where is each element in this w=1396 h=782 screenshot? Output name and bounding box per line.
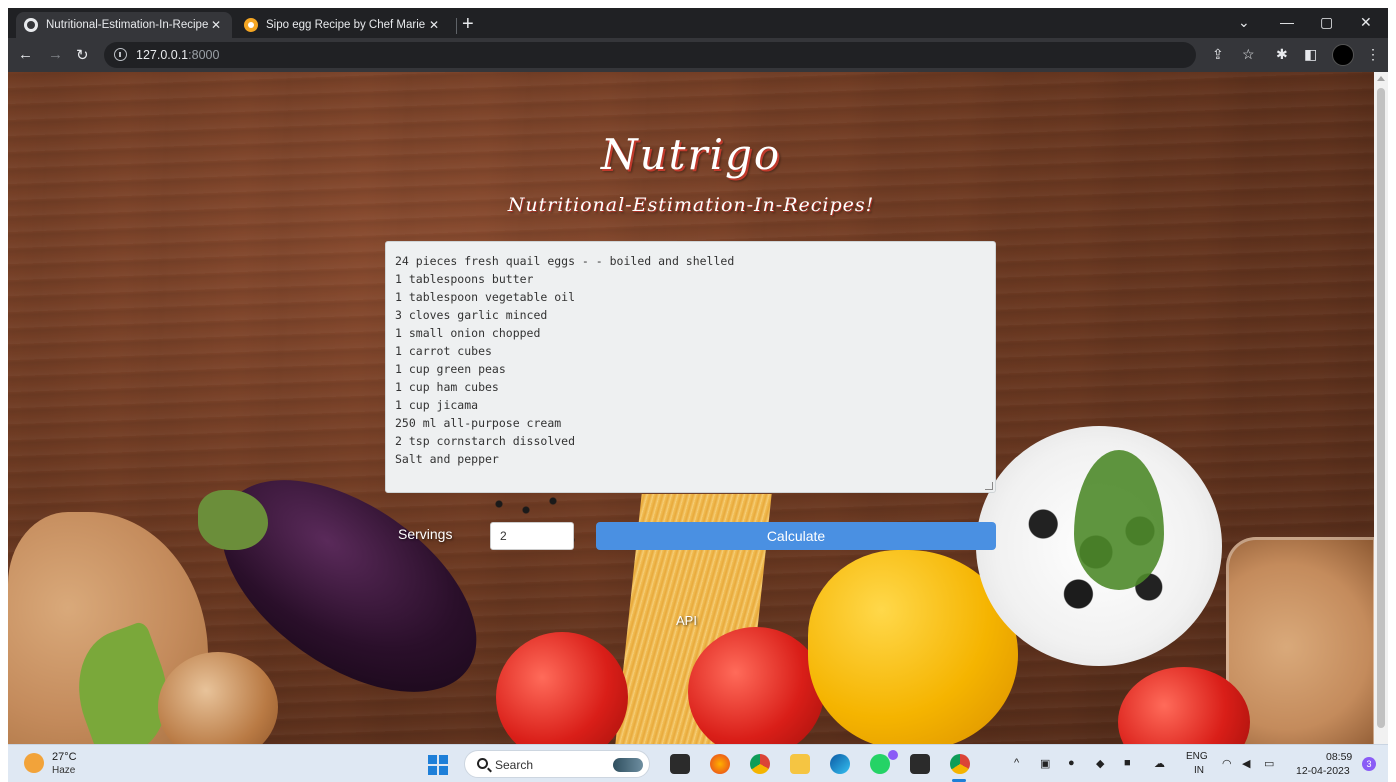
language-indicator[interactable]: ENG: [1186, 751, 1208, 762]
firefox-icon[interactable]: [710, 754, 730, 774]
app-title: Nutrigo: [600, 130, 782, 179]
task-view-icon[interactable]: [670, 754, 690, 774]
page-viewport: Nutrigo Nutritional-Estimation-In-Recipe…: [8, 72, 1374, 744]
tray-app-icon[interactable]: ▣: [1040, 757, 1050, 770]
recipe-text: 24 pieces fresh quail eggs - - boiled an…: [395, 252, 986, 468]
browser-tab-bar: Nutritional-Estimation-In-Recipe ✕ Sipo …: [8, 8, 1388, 38]
close-window-button[interactable]: ✕: [1360, 14, 1372, 31]
api-link[interactable]: API: [676, 613, 697, 628]
extensions-puzzle-icon[interactable]: ✱: [1276, 46, 1288, 63]
notification-badge[interactable]: 3: [1362, 757, 1376, 771]
terminal-icon[interactable]: [910, 754, 930, 774]
tab-nutritional-estimation[interactable]: Nutritional-Estimation-In-Recipe ✕: [16, 12, 232, 38]
address-bar[interactable]: 127.0.0.1:8000: [104, 42, 1196, 68]
edge-icon[interactable]: [830, 754, 850, 774]
onedrive-cloud-icon[interactable]: ☁: [1154, 757, 1165, 770]
forward-arrow-icon[interactable]: →: [48, 46, 63, 63]
recipe-textarea[interactable]: 24 pieces fresh quail eggs - - boiled an…: [385, 241, 996, 493]
recipe-line: 1 cup ham cubes: [395, 380, 499, 394]
recipe-site-icon: [244, 18, 258, 32]
wifi-icon[interactable]: ◠: [1222, 757, 1232, 770]
chevron-up-icon[interactable]: ^: [1014, 757, 1019, 769]
profile-avatar[interactable]: [1332, 44, 1354, 66]
tab-search-icon[interactable]: ⌄: [1238, 14, 1250, 31]
tab-sipo-egg-recipe[interactable]: Sipo egg Recipe by Chef Marie R ✕: [236, 12, 450, 38]
scroll-up-arrow-icon[interactable]: [1377, 76, 1385, 81]
weather-sun-icon[interactable]: [24, 753, 44, 773]
side-panel-icon[interactable]: ◧: [1304, 46, 1317, 63]
recipe-line: 1 cup green peas: [395, 362, 506, 376]
menu-kebab-icon[interactable]: ⋮: [1366, 46, 1380, 63]
clock-date[interactable]: 12-04-2023: [1296, 765, 1350, 777]
chrome-active-icon[interactable]: [950, 754, 970, 774]
new-tab-button[interactable]: +: [462, 13, 474, 36]
whatsapp-icon[interactable]: [870, 754, 890, 774]
tray-app-icon[interactable]: ●: [1068, 757, 1075, 769]
recipe-line: 24 pieces fresh quail eggs - - boiled an…: [395, 254, 735, 268]
share-icon[interactable]: ⇪: [1212, 46, 1224, 63]
region-indicator[interactable]: IN: [1194, 765, 1204, 776]
maximize-button[interactable]: ▢: [1320, 14, 1333, 31]
taskbar-search[interactable]: Search: [464, 750, 650, 778]
volume-icon[interactable]: ◀: [1242, 757, 1250, 770]
search-highlight-icon: [613, 758, 643, 772]
scrollbar-thumb[interactable]: [1377, 88, 1385, 728]
recipe-line: 3 cloves garlic minced: [395, 308, 548, 322]
recipe-line: 1 carrot cubes: [395, 344, 492, 358]
recipe-line: 1 cup jicama: [395, 398, 479, 412]
app-subtitle: Nutritional-Estimation-In-Recipes!: [507, 194, 875, 216]
search-icon: [477, 758, 488, 769]
recipe-line: 2 tsp cornstarch dissolved: [395, 434, 576, 448]
tab-title: Sipo egg Recipe by Chef Marie R: [266, 19, 426, 31]
tomato-image: [496, 632, 628, 744]
calculate-button[interactable]: Calculate: [596, 522, 996, 550]
back-arrow-icon[interactable]: ←: [18, 46, 33, 63]
file-explorer-icon[interactable]: [790, 754, 810, 774]
weather-description[interactable]: Haze: [52, 765, 75, 776]
tray-app-icon[interactable]: ■: [1124, 757, 1131, 769]
browser-toolbar: ← → ↻ 127.0.0.1:8000 ⇪ ☆ ✱ ◧ ⋮: [8, 38, 1388, 72]
scrollbar[interactable]: [1374, 72, 1388, 744]
recipe-line: 250 ml all-purpose cream: [395, 416, 562, 430]
tab-title: Nutritional-Estimation-In-Recipe: [46, 19, 208, 31]
minimize-button[interactable]: —: [1280, 14, 1294, 30]
resize-handle-icon[interactable]: [985, 482, 993, 490]
chrome-icon[interactable]: [750, 754, 770, 774]
whatsapp-badge: [888, 750, 898, 760]
tomato-image: [688, 627, 824, 744]
bookmark-star-icon[interactable]: ☆: [1242, 46, 1255, 63]
close-icon[interactable]: ✕: [426, 18, 442, 32]
servings-label: Servings: [398, 526, 453, 542]
url-text: 127.0.0.1:8000: [136, 48, 220, 62]
tray-app-icon[interactable]: ◆: [1096, 757, 1104, 770]
tab-separator: [456, 18, 457, 34]
close-icon[interactable]: ✕: [208, 18, 224, 32]
servings-input[interactable]: 2: [490, 522, 574, 550]
reload-icon[interactable]: ↻: [76, 46, 89, 64]
recipe-line: 1 small onion chopped: [395, 326, 541, 340]
recipe-line: 1 tablespoon vegetable oil: [395, 290, 576, 304]
recipe-line: 1 tablespoons butter: [395, 272, 534, 286]
clock-time[interactable]: 08:59: [1326, 751, 1352, 763]
recipe-line: Salt and pepper: [395, 452, 499, 466]
window-frame: [0, 0, 1396, 8]
windows-taskbar: 27°C Haze Search ^ ▣ ● ◆ ■ ☁ ENG IN ◠ ◀ …: [8, 744, 1388, 782]
site-info-icon[interactable]: [114, 48, 127, 61]
battery-icon[interactable]: ▭: [1264, 757, 1274, 770]
search-label: Search: [495, 758, 534, 772]
windows-start-icon[interactable]: [428, 755, 448, 775]
globe-icon: [24, 18, 38, 32]
weather-temperature[interactable]: 27°C: [52, 751, 77, 763]
